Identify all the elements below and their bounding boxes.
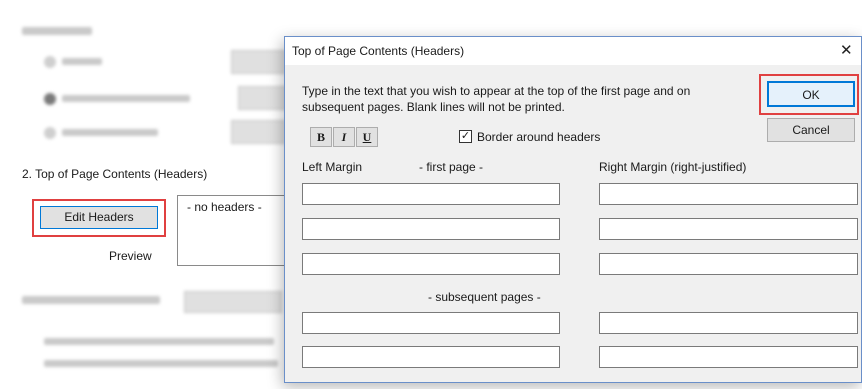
blurred-radio-2 — [44, 93, 56, 105]
first-page-left-field-3[interactable] — [302, 253, 560, 275]
preview-text: - no headers - — [187, 200, 262, 214]
bold-button[interactable]: B — [310, 127, 332, 147]
left-margin-label: Left Margin — [302, 160, 363, 174]
subsequent-left-field-1[interactable] — [302, 312, 560, 334]
border-checkbox-label: Border around headers — [477, 130, 601, 144]
blurred-radio-3 — [44, 127, 56, 139]
first-page-right-field-1[interactable] — [599, 183, 858, 205]
underline-button[interactable]: U — [356, 127, 378, 147]
first-page-right-field-3[interactable] — [599, 253, 858, 275]
blurred-settings-button-2 — [238, 86, 286, 110]
blurred-option-2 — [44, 360, 278, 367]
first-page-right-field-2[interactable] — [599, 218, 858, 240]
blurred-settings-button-3 — [231, 120, 285, 144]
ok-highlight — [759, 74, 859, 115]
border-checkbox[interactable]: ✓ — [459, 130, 472, 143]
blurred-settings-button-1 — [231, 50, 285, 74]
dialog-title: Top of Page Contents (Headers) — [292, 44, 465, 58]
first-page-left-field-1[interactable] — [302, 183, 560, 205]
preview-label: Preview — [109, 249, 152, 263]
close-icon[interactable]: ✕ — [840, 41, 853, 59]
blurred-section-3-heading — [22, 296, 160, 304]
blurred-radio-1 — [44, 56, 56, 68]
blurred-section-1-heading — [22, 27, 92, 35]
instructions-text: Type in the text that you wish to appear… — [302, 84, 691, 114]
blurred-option-1 — [44, 338, 274, 345]
blurred-radio-1-label — [62, 58, 102, 65]
blurred-radio-3-label — [62, 129, 158, 136]
italic-button[interactable]: I — [333, 127, 355, 147]
headers-dialog: Top of Page Contents (Headers) ✕ Type in… — [284, 36, 862, 383]
right-margin-label: Right Margin (right-justified) — [599, 160, 747, 174]
first-page-label: - first page - — [419, 160, 484, 174]
blurred-section-3-button — [184, 291, 282, 313]
edit-headers-highlight — [32, 199, 166, 237]
subsequent-right-field-2[interactable] — [599, 346, 858, 368]
subsequent-pages-label: - subsequent pages - — [428, 290, 541, 304]
blurred-radio-2-label — [62, 95, 190, 102]
dialog-titlebar[interactable]: Top of Page Contents (Headers) ✕ — [285, 37, 861, 65]
cancel-button[interactable]: Cancel — [767, 118, 855, 142]
subsequent-right-field-1[interactable] — [599, 312, 858, 334]
first-page-left-field-2[interactable] — [302, 218, 560, 240]
subsequent-left-field-2[interactable] — [302, 346, 560, 368]
section-2-label: 2. Top of Page Contents (Headers) — [22, 167, 208, 181]
